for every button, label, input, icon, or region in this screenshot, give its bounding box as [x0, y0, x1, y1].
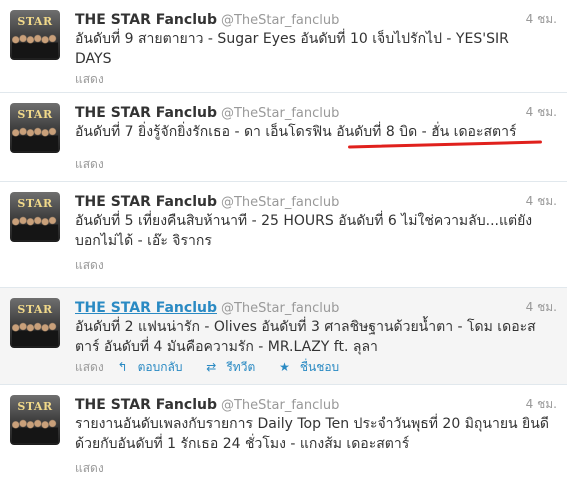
tweet-actions: แสดง — [75, 155, 114, 174]
timestamp[interactable]: 4 ชม. — [526, 298, 557, 317]
timestamp[interactable]: 4 ชม. — [526, 192, 557, 211]
tweet[interactable]: STAR THE STAR Fanclub @TheStar_fanclub 4 … — [0, 93, 567, 182]
avatar-logo: STAR — [17, 303, 53, 316]
author-handle[interactable]: @TheStar_fanclub — [221, 301, 339, 316]
avatar[interactable]: STAR — [10, 192, 60, 242]
author-handle[interactable]: @TheStar_fanclub — [221, 195, 339, 210]
avatar[interactable]: STAR — [10, 395, 60, 445]
tweet-text: รายงานอันดับเพลงกับรายการ Daily Top Ten … — [75, 416, 549, 452]
expand-link[interactable]: แสดง — [75, 461, 104, 475]
avatar-photo — [12, 32, 58, 58]
author-name[interactable]: THE STAR Fanclub — [75, 194, 217, 210]
favorite-button[interactable]: ★ ชื่นชอบ — [279, 360, 349, 374]
timestamp[interactable]: 4 ชม. — [526, 103, 557, 122]
retweet-icon: ⇄ — [206, 360, 217, 374]
tweet-text: อันดับที่ 5 เที่ยงคืนสิบห้านาที - 25 HOU… — [75, 213, 533, 249]
tweet[interactable]: STAR THE STAR Fanclub @TheStar_fanclub 4 … — [0, 182, 567, 288]
author-name[interactable]: THE STAR Fanclub — [75, 105, 217, 121]
author-handle[interactable]: @TheStar_fanclub — [221, 398, 339, 413]
retweet-label: รีทวีต — [226, 360, 256, 374]
author-name[interactable]: THE STAR Fanclub — [75, 397, 217, 413]
tweet[interactable]: STAR THE STAR Fanclub @TheStar_fanclub 4 … — [0, 385, 567, 484]
avatar-logo: STAR — [17, 15, 53, 28]
tweet-header: THE STAR Fanclub @TheStar_fanclub 4 ชม. — [75, 191, 557, 211]
author-name[interactable]: THE STAR Fanclub — [75, 12, 217, 28]
author-handle[interactable]: @TheStar_fanclub — [221, 13, 339, 28]
tweet-text-part: อันดับที่ 7 ยิ่งรู้จักยิ่งรักเธอ - ดา เอ… — [75, 124, 337, 140]
avatar[interactable]: STAR — [10, 10, 60, 60]
avatar-logo: STAR — [17, 108, 53, 121]
expand-link[interactable]: แสดง — [75, 360, 104, 374]
tweet-text: อันดับที่ 7 ยิ่งรู้จักยิ่งรักเธอ - ดา เอ… — [75, 122, 549, 142]
reply-label: ตอบกลับ — [137, 360, 183, 374]
tweet-actions: แสดง — [75, 70, 114, 89]
retweet-button[interactable]: ⇄ รีทวีต — [206, 360, 265, 374]
avatar-logo: STAR — [17, 197, 53, 210]
avatar-photo — [12, 125, 58, 151]
favorite-label: ชื่นชอบ — [299, 360, 340, 374]
tweet-text: อันดับที่ 9 สายตายาว - Sugar Eyes อันดับ… — [75, 31, 509, 67]
reply-button[interactable]: ↰ ตอบกลับ — [118, 360, 193, 374]
avatar-photo — [12, 417, 58, 443]
tweet-actions: แสดง ↰ ตอบกลับ ⇄ รีทวีต ★ ชื่นชอบ — [75, 358, 359, 377]
author-handle[interactable]: @TheStar_fanclub — [221, 106, 339, 121]
avatar-logo: STAR — [17, 400, 53, 413]
tweet-header: THE STAR Fanclub @TheStar_fanclub 4 ชม. — [75, 9, 557, 29]
timestamp[interactable]: 4 ชม. — [526, 10, 557, 29]
timestamp[interactable]: 4 ชม. — [526, 395, 557, 414]
highlighted-text: อันดับที่ 8 บิด - ฮั่น เดอะสตาร์ — [336, 124, 517, 140]
tweet-header: THE STAR Fanclub @TheStar_fanclub 4 ชม. — [75, 102, 557, 122]
expand-link[interactable]: แสดง — [75, 157, 104, 171]
avatar-photo — [12, 214, 58, 240]
tweet-feed: STAR THE STAR Fanclub @TheStar_fanclub 4 … — [0, 0, 567, 484]
tweet[interactable]: STAR THE STAR Fanclub @TheStar_fanclub 4 … — [0, 288, 567, 385]
star-icon: ★ — [279, 360, 290, 374]
author-name[interactable]: THE STAR Fanclub — [75, 300, 217, 316]
tweet-actions: แสดง — [75, 256, 114, 275]
tweet-header: THE STAR Fanclub @TheStar_fanclub 4 ชม. — [75, 297, 557, 317]
avatar[interactable]: STAR — [10, 298, 60, 348]
expand-link[interactable]: แสดง — [75, 72, 104, 86]
tweet-header: THE STAR Fanclub @TheStar_fanclub 4 ชม. — [75, 394, 557, 414]
tweet-text: อันดับที่ 2 แฟนน่ารัก - Olives อันดับที่… — [75, 319, 536, 355]
reply-icon: ↰ — [117, 360, 128, 374]
avatar[interactable]: STAR — [10, 103, 60, 153]
avatar-photo — [12, 320, 58, 346]
tweet-actions: แสดง — [75, 459, 114, 478]
expand-link[interactable]: แสดง — [75, 258, 104, 272]
tweet[interactable]: STAR THE STAR Fanclub @TheStar_fanclub 4 … — [0, 0, 567, 93]
